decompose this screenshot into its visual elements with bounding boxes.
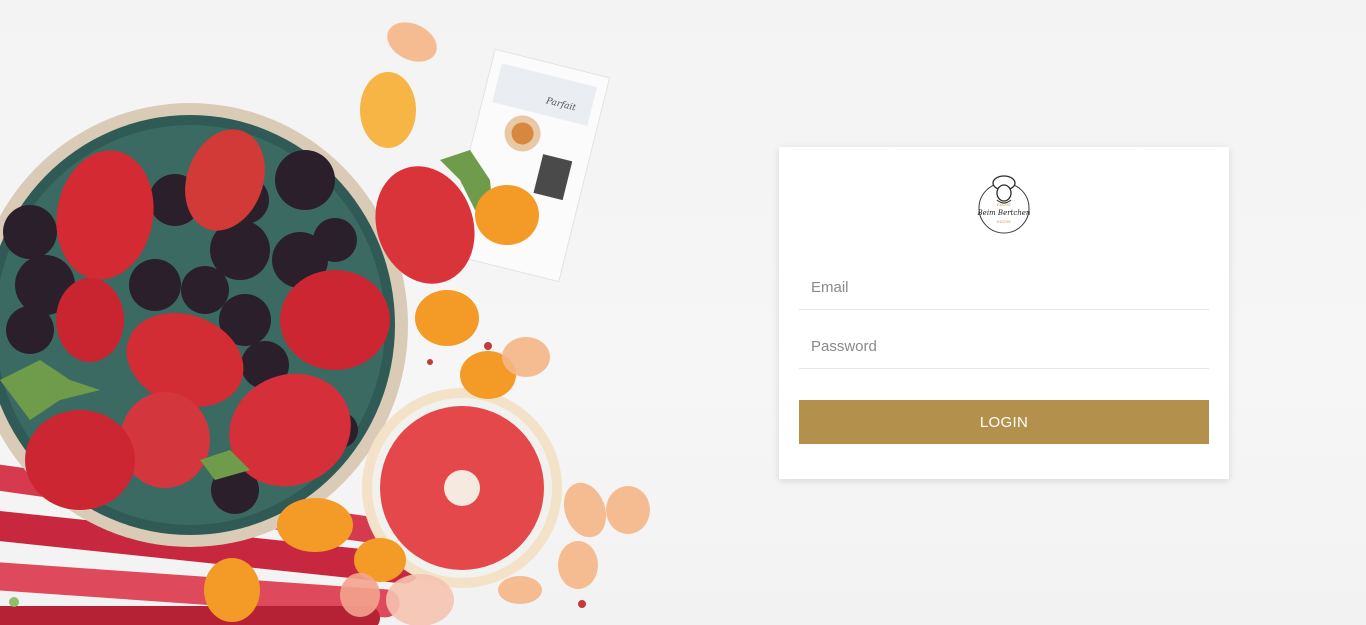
brand-name: Beim Bertchen: [977, 209, 1031, 217]
svg-text:KÜCHE: KÜCHE: [997, 219, 1011, 224]
email-field[interactable]: [799, 266, 1209, 310]
login-button[interactable]: LOGIN: [799, 400, 1209, 444]
brand-logo: KÜCHE Beim Bertchen KÜCHE: [977, 175, 1031, 234]
password-field[interactable]: [799, 325, 1209, 369]
svg-text:KÜCHE: KÜCHE: [997, 202, 1011, 207]
login-card: KÜCHE Beim Bertchen KÜCHE LOGIN: [779, 147, 1229, 479]
fruit-background-image: Parfait: [0, 22, 650, 625]
